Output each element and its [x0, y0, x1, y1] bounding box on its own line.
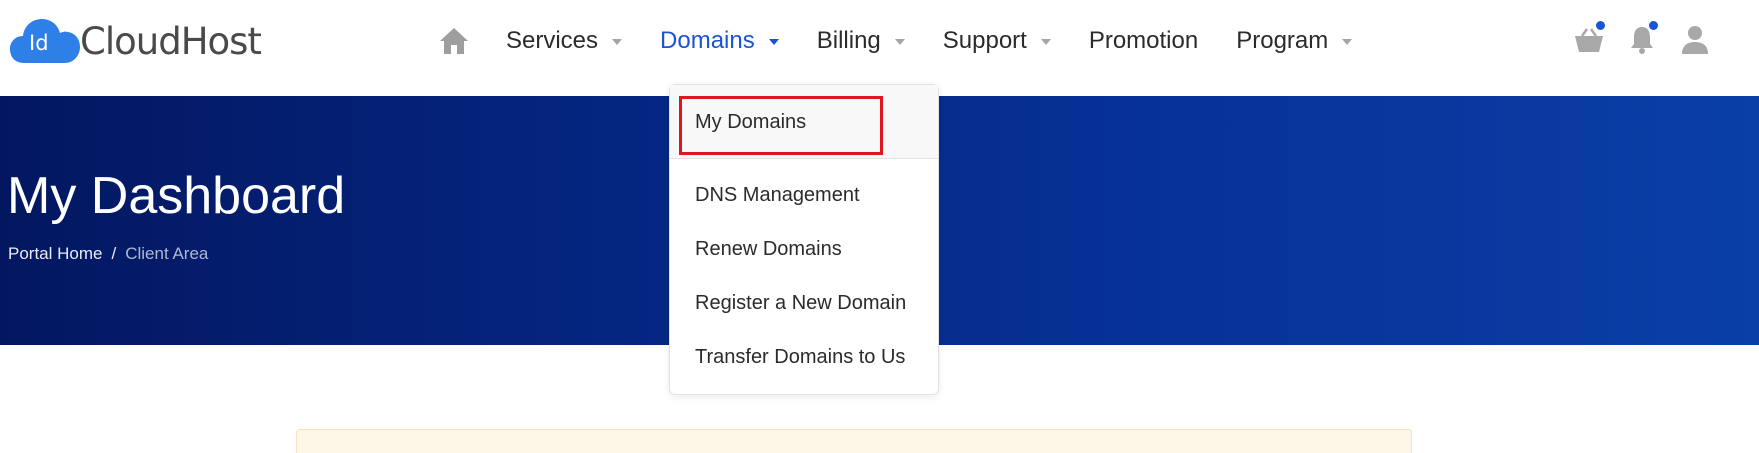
top-header: Id CloudHost Services Domains Billing Su… — [0, 0, 1759, 96]
menu-item-dns-management[interactable]: DNS Management — [695, 184, 860, 207]
main-nav: Services Domains Billing Support Promoti… — [436, 0, 1390, 82]
domains-dropdown-menu: My Domains DNS Management Renew Domains … — [669, 84, 939, 395]
nav-support-label: Support — [942, 27, 1027, 54]
menu-item-transfer-domains[interactable]: Transfer Domains to Us — [695, 346, 905, 369]
brand-logo[interactable]: Id CloudHost — [10, 16, 262, 66]
basket-icon[interactable] — [1572, 20, 1606, 60]
chevron-down-icon — [768, 39, 779, 45]
menu-item-register-domain[interactable]: Register a New Domain — [695, 292, 906, 315]
menu-item-renew-domains[interactable]: Renew Domains — [695, 238, 842, 261]
page-title: My Dashboard — [7, 167, 346, 225]
breadcrumb-separator: / — [111, 244, 117, 263]
nav-program[interactable]: Program — [1236, 27, 1353, 55]
breadcrumb: Portal Home / Client Area — [8, 244, 208, 264]
bell-icon[interactable] — [1625, 20, 1659, 60]
nav-domains-label: Domains — [660, 27, 755, 54]
nav-promotion-label: Promotion — [1088, 27, 1199, 54]
nav-services-label: Services — [506, 27, 599, 54]
chevron-down-icon — [1342, 39, 1353, 45]
header-actions — [1572, 20, 1731, 60]
brand-abbr: Id — [29, 31, 49, 55]
nav-promotion[interactable]: Promotion — [1089, 27, 1198, 55]
chevron-down-icon — [894, 39, 905, 45]
alert-banner — [296, 429, 1412, 453]
chevron-down-icon — [612, 39, 623, 45]
nav-support[interactable]: Support — [943, 27, 1051, 55]
bell-notification-dot — [1649, 21, 1658, 30]
brand-name: CloudHost — [80, 19, 262, 63]
chevron-down-icon — [1040, 39, 1051, 45]
nav-domains[interactable]: Domains — [660, 27, 779, 55]
user-icon[interactable] — [1678, 20, 1712, 60]
nav-program-label: Program — [1236, 27, 1329, 54]
breadcrumb-current: Client Area — [125, 244, 209, 263]
home-icon[interactable] — [436, 23, 472, 59]
nav-billing-label: Billing — [816, 27, 881, 54]
nav-billing[interactable]: Billing — [817, 27, 905, 55]
cloud-logo-icon: Id — [10, 18, 80, 64]
cart-notification-dot — [1596, 21, 1605, 30]
menu-item-my-domains[interactable]: My Domains — [695, 111, 806, 134]
nav-services[interactable]: Services — [506, 27, 623, 55]
breadcrumb-portal-home[interactable]: Portal Home — [8, 244, 102, 264]
